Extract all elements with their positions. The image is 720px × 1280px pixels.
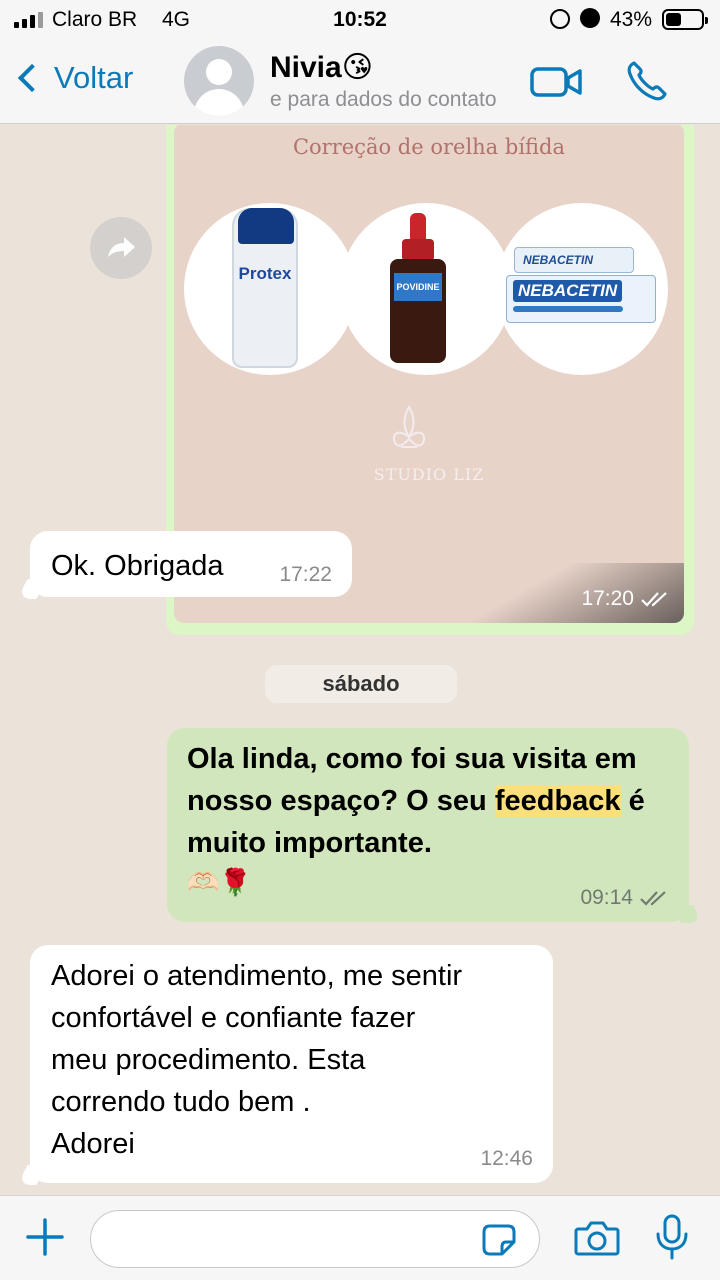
highlighted-word: feedback bbox=[494, 785, 621, 817]
product-label: POVIDINE bbox=[394, 273, 442, 301]
fleur-de-lis-logo bbox=[393, 405, 425, 448]
povidine-bottle: POVIDINE bbox=[390, 213, 446, 363]
nebacetin-box: NEBACETIN bbox=[506, 275, 656, 323]
rotation-lock-icon bbox=[550, 9, 570, 29]
day-separator: sábado bbox=[265, 665, 457, 703]
watermark: STUDIO LIZ bbox=[373, 465, 485, 484]
camera-icon[interactable] bbox=[574, 1220, 620, 1256]
back-label: Voltar bbox=[54, 60, 134, 95]
battery-icon bbox=[662, 9, 708, 30]
forward-icon[interactable] bbox=[90, 217, 152, 279]
image-title: Correção de orelha bífida bbox=[292, 135, 566, 159]
avatar[interactable] bbox=[184, 46, 254, 116]
plus-icon[interactable] bbox=[26, 1218, 64, 1256]
message-input[interactable] bbox=[90, 1210, 540, 1268]
microphone-icon[interactable] bbox=[654, 1214, 690, 1260]
contact-name[interactable]: Nivia😘 bbox=[270, 50, 373, 85]
message-time: 17:20 bbox=[581, 587, 670, 611]
status-bar: Claro BR 4G 10:52 43% bbox=[0, 0, 720, 40]
message-time: 17:22 bbox=[279, 563, 332, 586]
double-check-icon bbox=[640, 891, 666, 906]
double-check-icon bbox=[641, 592, 667, 607]
message-input-bar bbox=[0, 1195, 720, 1280]
message-line: Adorei o atendimento, me sentir bbox=[51, 960, 463, 992]
incoming-message[interactable]: Adorei o atendimento, me sentir confortá… bbox=[30, 945, 553, 1183]
message-line: confortável e confiante fazer bbox=[51, 1002, 416, 1034]
product-label: NEBACETIN bbox=[514, 247, 634, 273]
message-time: 12:46 bbox=[480, 1147, 533, 1170]
alarm-icon bbox=[580, 8, 600, 28]
message-line: Adorei bbox=[51, 1128, 135, 1160]
sticker-icon[interactable] bbox=[482, 1224, 516, 1256]
chat-area[interactable]: Correção de orelha bífida Protex POVIDIN… bbox=[0, 125, 720, 1195]
battery-percent: 43% bbox=[610, 8, 653, 31]
message-line: correndo tudo bem . bbox=[51, 1086, 311, 1118]
message-time: 09:14 bbox=[580, 886, 669, 910]
outgoing-message[interactable]: Ola linda, como foi sua visita em nosso … bbox=[167, 728, 689, 922]
product-label: Protex bbox=[238, 264, 292, 283]
product-label: NEBACETIN bbox=[513, 280, 623, 302]
phone-icon[interactable] bbox=[624, 58, 670, 104]
contact-subtitle[interactable]: e para dados do contato bbox=[270, 88, 514, 112]
chevron-left-icon bbox=[17, 63, 47, 93]
message-text: Ok. Obrigada bbox=[51, 550, 224, 582]
back-button[interactable]: Voltar bbox=[14, 60, 133, 96]
video-call-icon[interactable] bbox=[530, 66, 582, 98]
protex-bottle: Protex bbox=[232, 208, 298, 368]
chat-header: Voltar Nivia😘 e para dados do contato bbox=[0, 40, 720, 124]
message-line: meu procedimento. Esta bbox=[51, 1044, 366, 1076]
incoming-message[interactable]: Ok. Obrigada 17:22 bbox=[30, 531, 352, 597]
